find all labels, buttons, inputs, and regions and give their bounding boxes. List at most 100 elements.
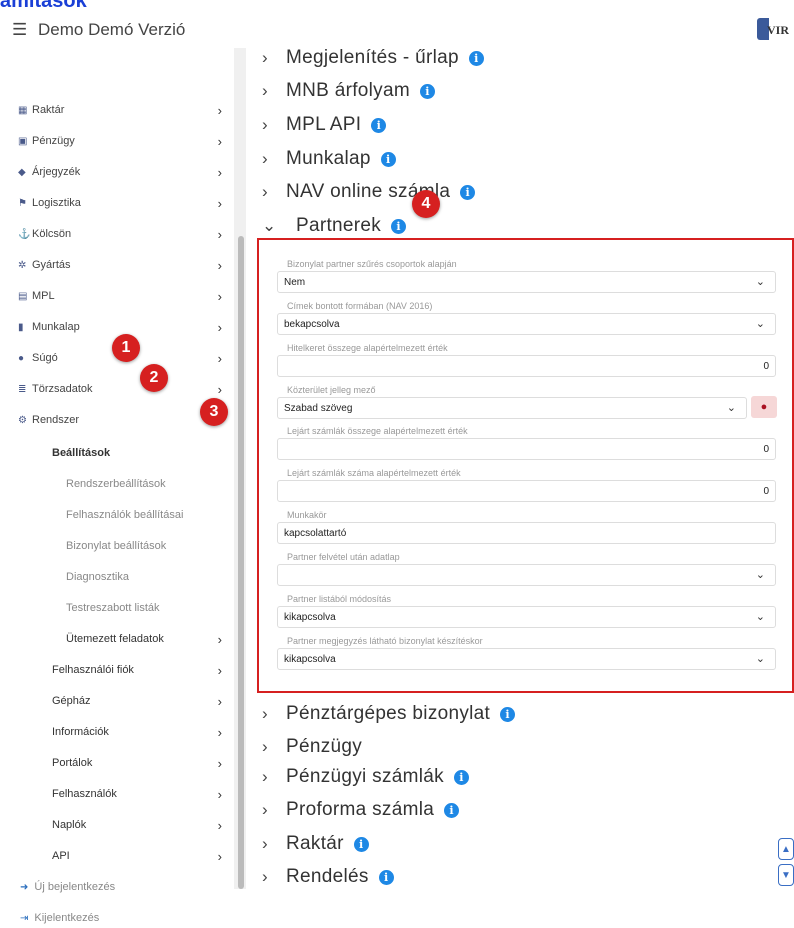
chevron-right-icon: › [217,133,222,149]
sidebar-item-testreszabott-listak[interactable]: Testreszabott listák [66,598,160,618]
chevron-right-icon: › [217,195,222,211]
logout-icon: ⇥ [20,912,29,924]
info-icon[interactable]: i [378,869,394,885]
address-format-select[interactable]: bekapcsolva ⌄ [277,313,776,335]
info-icon[interactable]: i [391,218,407,234]
chevron-right-icon: › [262,800,268,819]
info-icon[interactable]: i [444,802,460,818]
info-icon[interactable]: i [500,706,516,722]
sidebar-item-felhasznalok[interactable]: Felhasználók › [52,784,230,804]
sidebar-item-bizonylat-beallitasok[interactable]: Bizonylat beállítások [66,536,166,556]
info-icon[interactable]: i [453,769,469,785]
field-label: Címek bontott formában (NAV 2016) [287,301,433,311]
logout-link[interactable]: ⇥ Kijelentkezés [20,908,99,928]
sidebar-item-penzugy[interactable]: ▣ Pénzügy › [18,131,230,151]
tag-icon: ◆ [18,166,26,178]
logo-text: VIR [767,23,789,37]
chevron-right-icon: › [217,350,222,366]
sidebar-item-api[interactable]: API › [52,846,230,866]
warehouse-icon: ▦ [18,104,28,116]
sidebar-item-naplok[interactable]: Naplók › [52,815,230,835]
cogs-icon: ⚙ [18,414,27,426]
sidebar-item-rendszerbeallitasok[interactable]: Rendszerbeállítások [66,474,166,494]
file-icon: ▮ [18,321,24,333]
info-icon[interactable]: i [460,184,476,200]
overdue-count-input[interactable]: 0 [277,480,776,502]
chevron-right-icon: › [217,319,222,335]
sidebar-item-informaciok[interactable]: Információk › [52,722,230,742]
chevron-down-icon: ⌄ [755,611,765,623]
scroll-down-button[interactable]: ▼ [778,864,794,886]
section-penzugyi-szamlak[interactable]: › Pénzügyi számlák i [262,763,469,791]
section-mnb-arfolyam[interactable]: › MNB árfolyam i [262,77,435,105]
step-badge-3: 3 [200,398,228,426]
sidebar-item-utemezett-feladatok[interactable]: Ütemezett feladatok › [66,629,230,649]
sidebar-item-beallitasok[interactable]: Beállítások [52,443,230,463]
step-badge-4: 4 [412,190,440,218]
chevron-right-icon: › [262,834,268,853]
chevron-right-icon: › [217,102,222,118]
chevron-down-icon: ⌄ [262,216,277,235]
sidebar-item-logisztika[interactable]: ⚑ Logisztika › [18,193,230,213]
chevron-down-icon: ⌄ [755,569,765,581]
section-rendeles[interactable]: › Rendelés i [262,863,394,891]
info-icon[interactable]: i [419,83,435,99]
sidebar-item-portalok[interactable]: Portálok › [52,753,230,773]
field-label: Hitelkeret összege alapértelmezett érték [287,343,448,353]
section-raktar[interactable]: › Raktár i [262,830,369,858]
chevron-right-icon: › [262,867,268,886]
sidebar-item-rendszer[interactable]: ⚙Rendszer⌄ [18,410,230,430]
field-label: Bizonylat partner szűrés csoportok alapj… [287,259,457,269]
section-nav-online-szamla[interactable]: › NAV online számla i [262,178,476,206]
sidebar-item-torzsadatok[interactable]: ≣ Törzsadatok › [18,379,230,399]
overdue-amount-input[interactable]: 0 [277,438,776,460]
info-icon[interactable]: i [468,50,484,66]
section-munkalap[interactable]: › Munkalap i [262,145,396,173]
chevron-right-icon: › [262,704,268,723]
partner-note-visible-select[interactable]: kikapcsolva ⌄ [277,648,776,670]
chevron-right-icon: › [217,662,222,678]
sidebar-item-felhasznaloi-fiok[interactable]: Felhasználói fiók › [52,660,230,680]
chevron-right-icon: › [262,48,268,67]
field-label: Partner listából módosítás [287,594,392,604]
sidebar-item-gephaz[interactable]: Gépház › [52,691,230,711]
hamburger-icon[interactable]: ☰ [12,20,27,40]
section-partnerek[interactable]: ⌄ Partnerek i [262,212,407,240]
app-header: ☰ Demo Demó Verzió VIR [0,12,794,48]
info-icon[interactable]: i [353,836,369,852]
sidebar-item-arjegyzek[interactable]: ◆ Árjegyzék › [18,162,230,182]
sidebar-item-mpl[interactable]: ▤ MPL › [18,286,230,306]
chevron-right-icon: › [217,288,222,304]
new-login-link[interactable]: ➜ Új bejelentkezés [20,877,115,897]
sidebar-scrollbar-thumb[interactable] [238,236,244,889]
chevron-right-icon: › [262,767,268,786]
chevron-right-icon: › [262,115,268,134]
section-megjelenites-urlap[interactable]: › Megjelenítés - űrlap i [262,44,484,72]
sidebar-item-raktar[interactable]: ▦ Raktár › [18,100,230,120]
job-title-input[interactable]: kapcsolattartó [277,522,776,544]
sidebar-item-felhasznalok-beallitasai[interactable]: Felhasználók beállításai [66,505,183,525]
sidebar-item-kolcson[interactable]: ⚓ Kölcsön › [18,224,230,244]
info-icon[interactable]: i [380,151,396,167]
person-icon[interactable]: ● [751,396,777,418]
chevron-right-icon: › [217,848,222,864]
section-penzugy[interactable]: › Pénzügy [262,733,362,761]
sidebar-item-gyartas[interactable]: ✲ Gyártás › [18,255,230,275]
chevron-right-icon: › [217,755,222,771]
truck-icon: ⚑ [18,197,27,209]
chevron-right-icon: › [217,226,222,242]
street-type-select[interactable]: Szabad szöveg ⌄ [277,397,747,419]
info-icon[interactable]: i [371,117,387,133]
partner-list-edit-select[interactable]: kikapcsolva ⌄ [277,606,776,628]
section-penztargepes-bizonylat[interactable]: › Pénztárgépes bizonylat i [262,700,516,728]
mpl-icon: ▤ [18,290,28,302]
scroll-up-button[interactable]: ▲ [778,838,794,860]
sidebar-item-diagnosztika[interactable]: Diagnosztika [66,567,129,587]
partner-filter-select[interactable]: Nem ⌄ [277,271,776,293]
vir-logo[interactable]: VIR [757,18,789,40]
section-mpl-api[interactable]: › MPL API i [262,111,387,139]
partner-after-create-select[interactable]: ⌄ [277,564,776,586]
chevron-right-icon: › [217,257,222,273]
section-proforma-szamla[interactable]: › Proforma számla i [262,796,460,824]
credit-limit-input[interactable]: 0 [277,355,776,377]
